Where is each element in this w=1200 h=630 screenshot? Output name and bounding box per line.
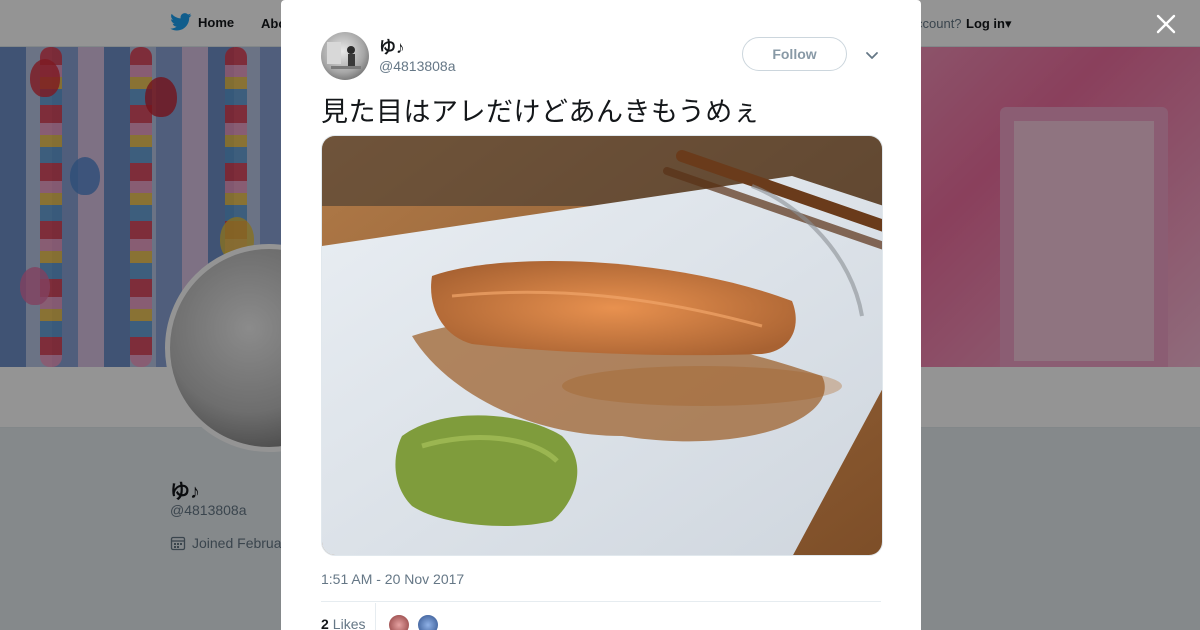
tweet-modal: ゆ♪ @4813808a Follow 見た目はアレだけどあんきもうめぇ 1:5…	[281, 0, 921, 630]
likes-label: Likes	[332, 616, 366, 630]
chevron-down-icon	[866, 52, 878, 59]
food-photo	[322, 136, 882, 555]
liker-avatar[interactable]	[416, 613, 440, 630]
author-handle[interactable]: @4813808a	[379, 58, 456, 74]
close-button[interactable]	[1152, 10, 1180, 38]
tweet-options-button[interactable]	[863, 46, 881, 64]
close-icon	[1156, 14, 1176, 34]
avatar-photo	[327, 42, 361, 69]
likes-count: 2	[321, 616, 329, 630]
author-name[interactable]: ゆ♪	[379, 33, 405, 58]
tweet-timestamp[interactable]: 1:51 AM - 20 Nov 2017	[321, 571, 464, 587]
divider	[321, 601, 881, 602]
likes-stat[interactable]: 2 Likes	[321, 616, 365, 630]
liker-avatar[interactable]	[387, 613, 411, 630]
tweet-photo[interactable]	[321, 135, 883, 556]
divider	[375, 603, 376, 630]
tweet-text: 見た目はアレだけどあんきもうめぇ	[321, 97, 761, 127]
author-avatar[interactable]	[321, 32, 369, 80]
follow-button[interactable]: Follow	[742, 37, 847, 71]
